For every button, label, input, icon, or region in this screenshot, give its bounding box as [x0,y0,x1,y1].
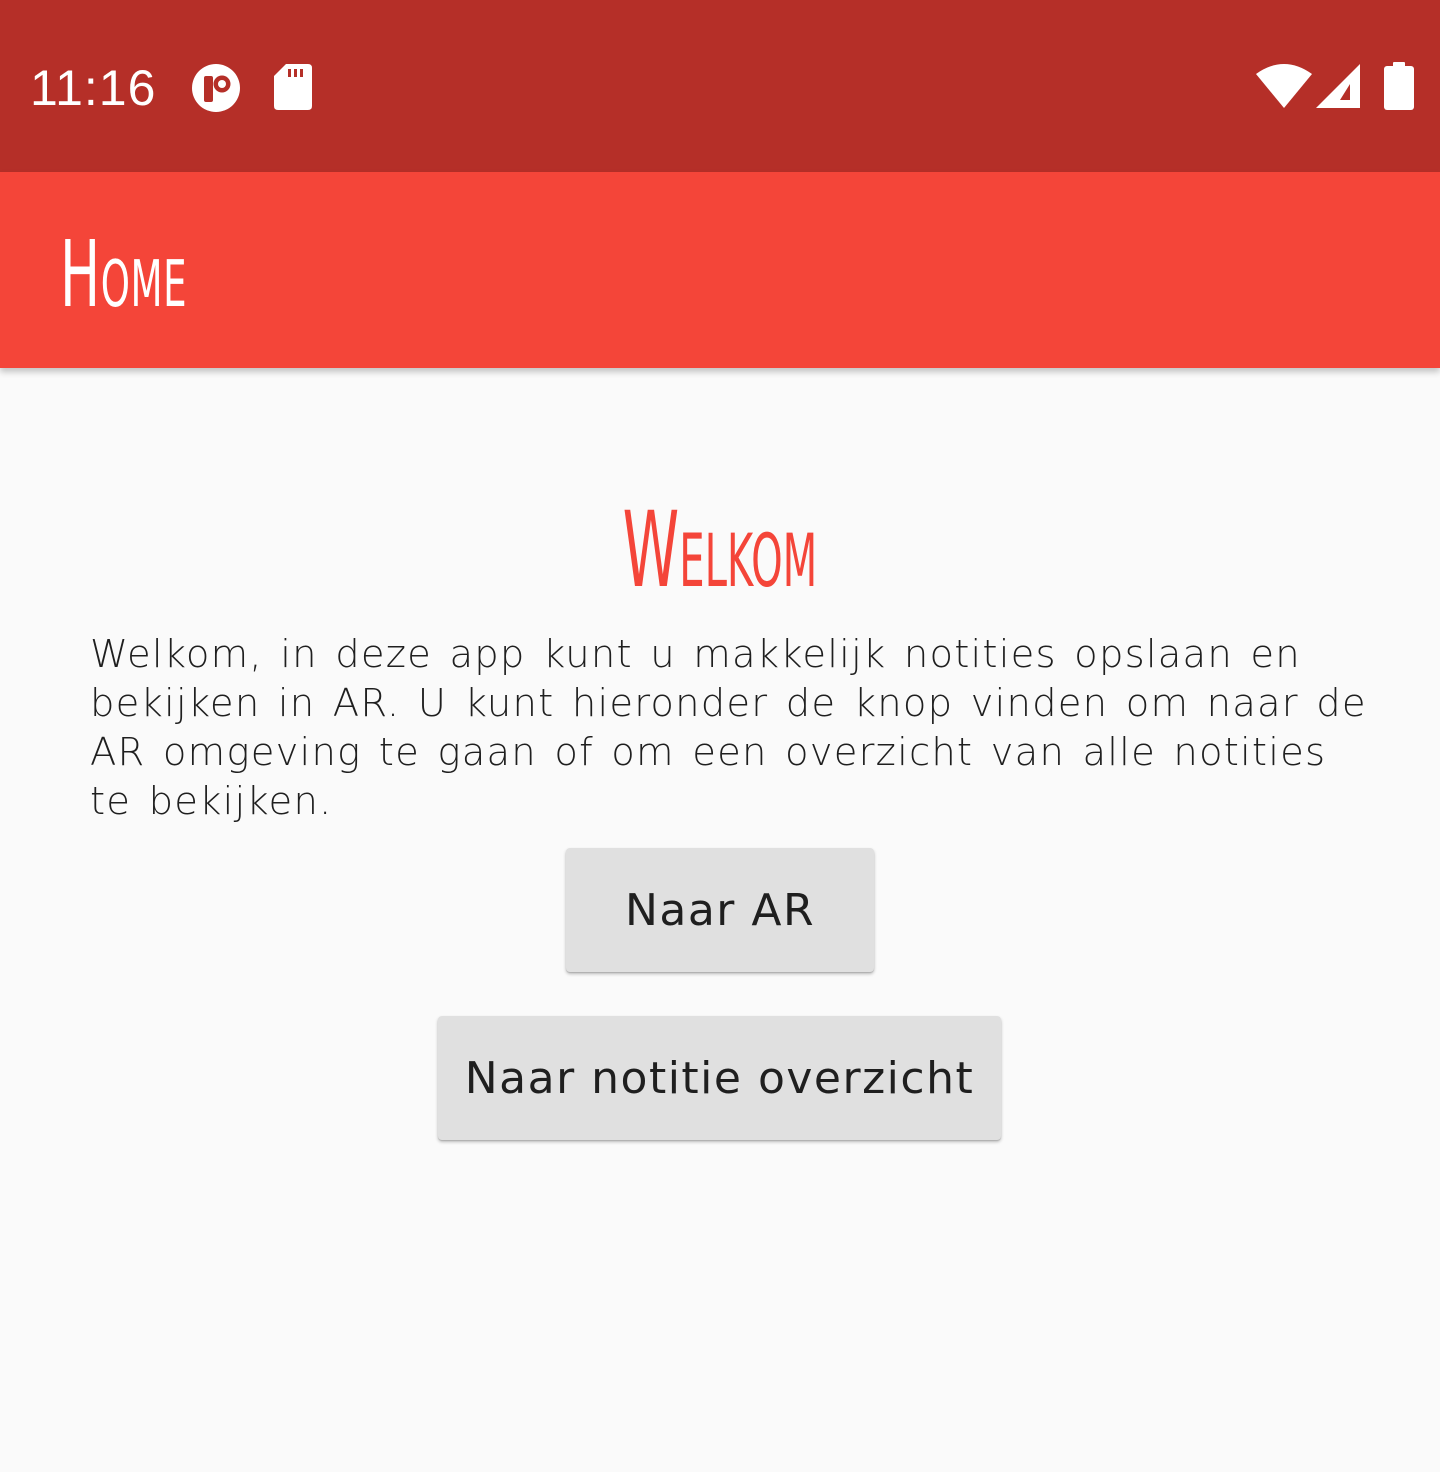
note-overview-button[interactable]: Naar notitie overzicht [438,1016,1001,1140]
status-bar: 11:16 [0,0,1440,172]
app-bar-title: Home [60,221,188,328]
battery-icon [1384,62,1414,110]
welcome-heading-text: Welkom [622,489,818,611]
status-time: 11:16 [30,60,157,116]
app-bar [0,172,1440,368]
ar-button[interactable]: Naar AR [566,848,874,972]
wifi-icon [1256,64,1312,108]
welcome-heading: Welkom [0,470,1440,630]
intro-text: Welkom, in deze app kunt u makkelijk not… [90,632,1367,824]
signal-icon [1316,64,1360,108]
app-notification-icon [192,64,240,112]
sd-card-icon [274,64,312,110]
